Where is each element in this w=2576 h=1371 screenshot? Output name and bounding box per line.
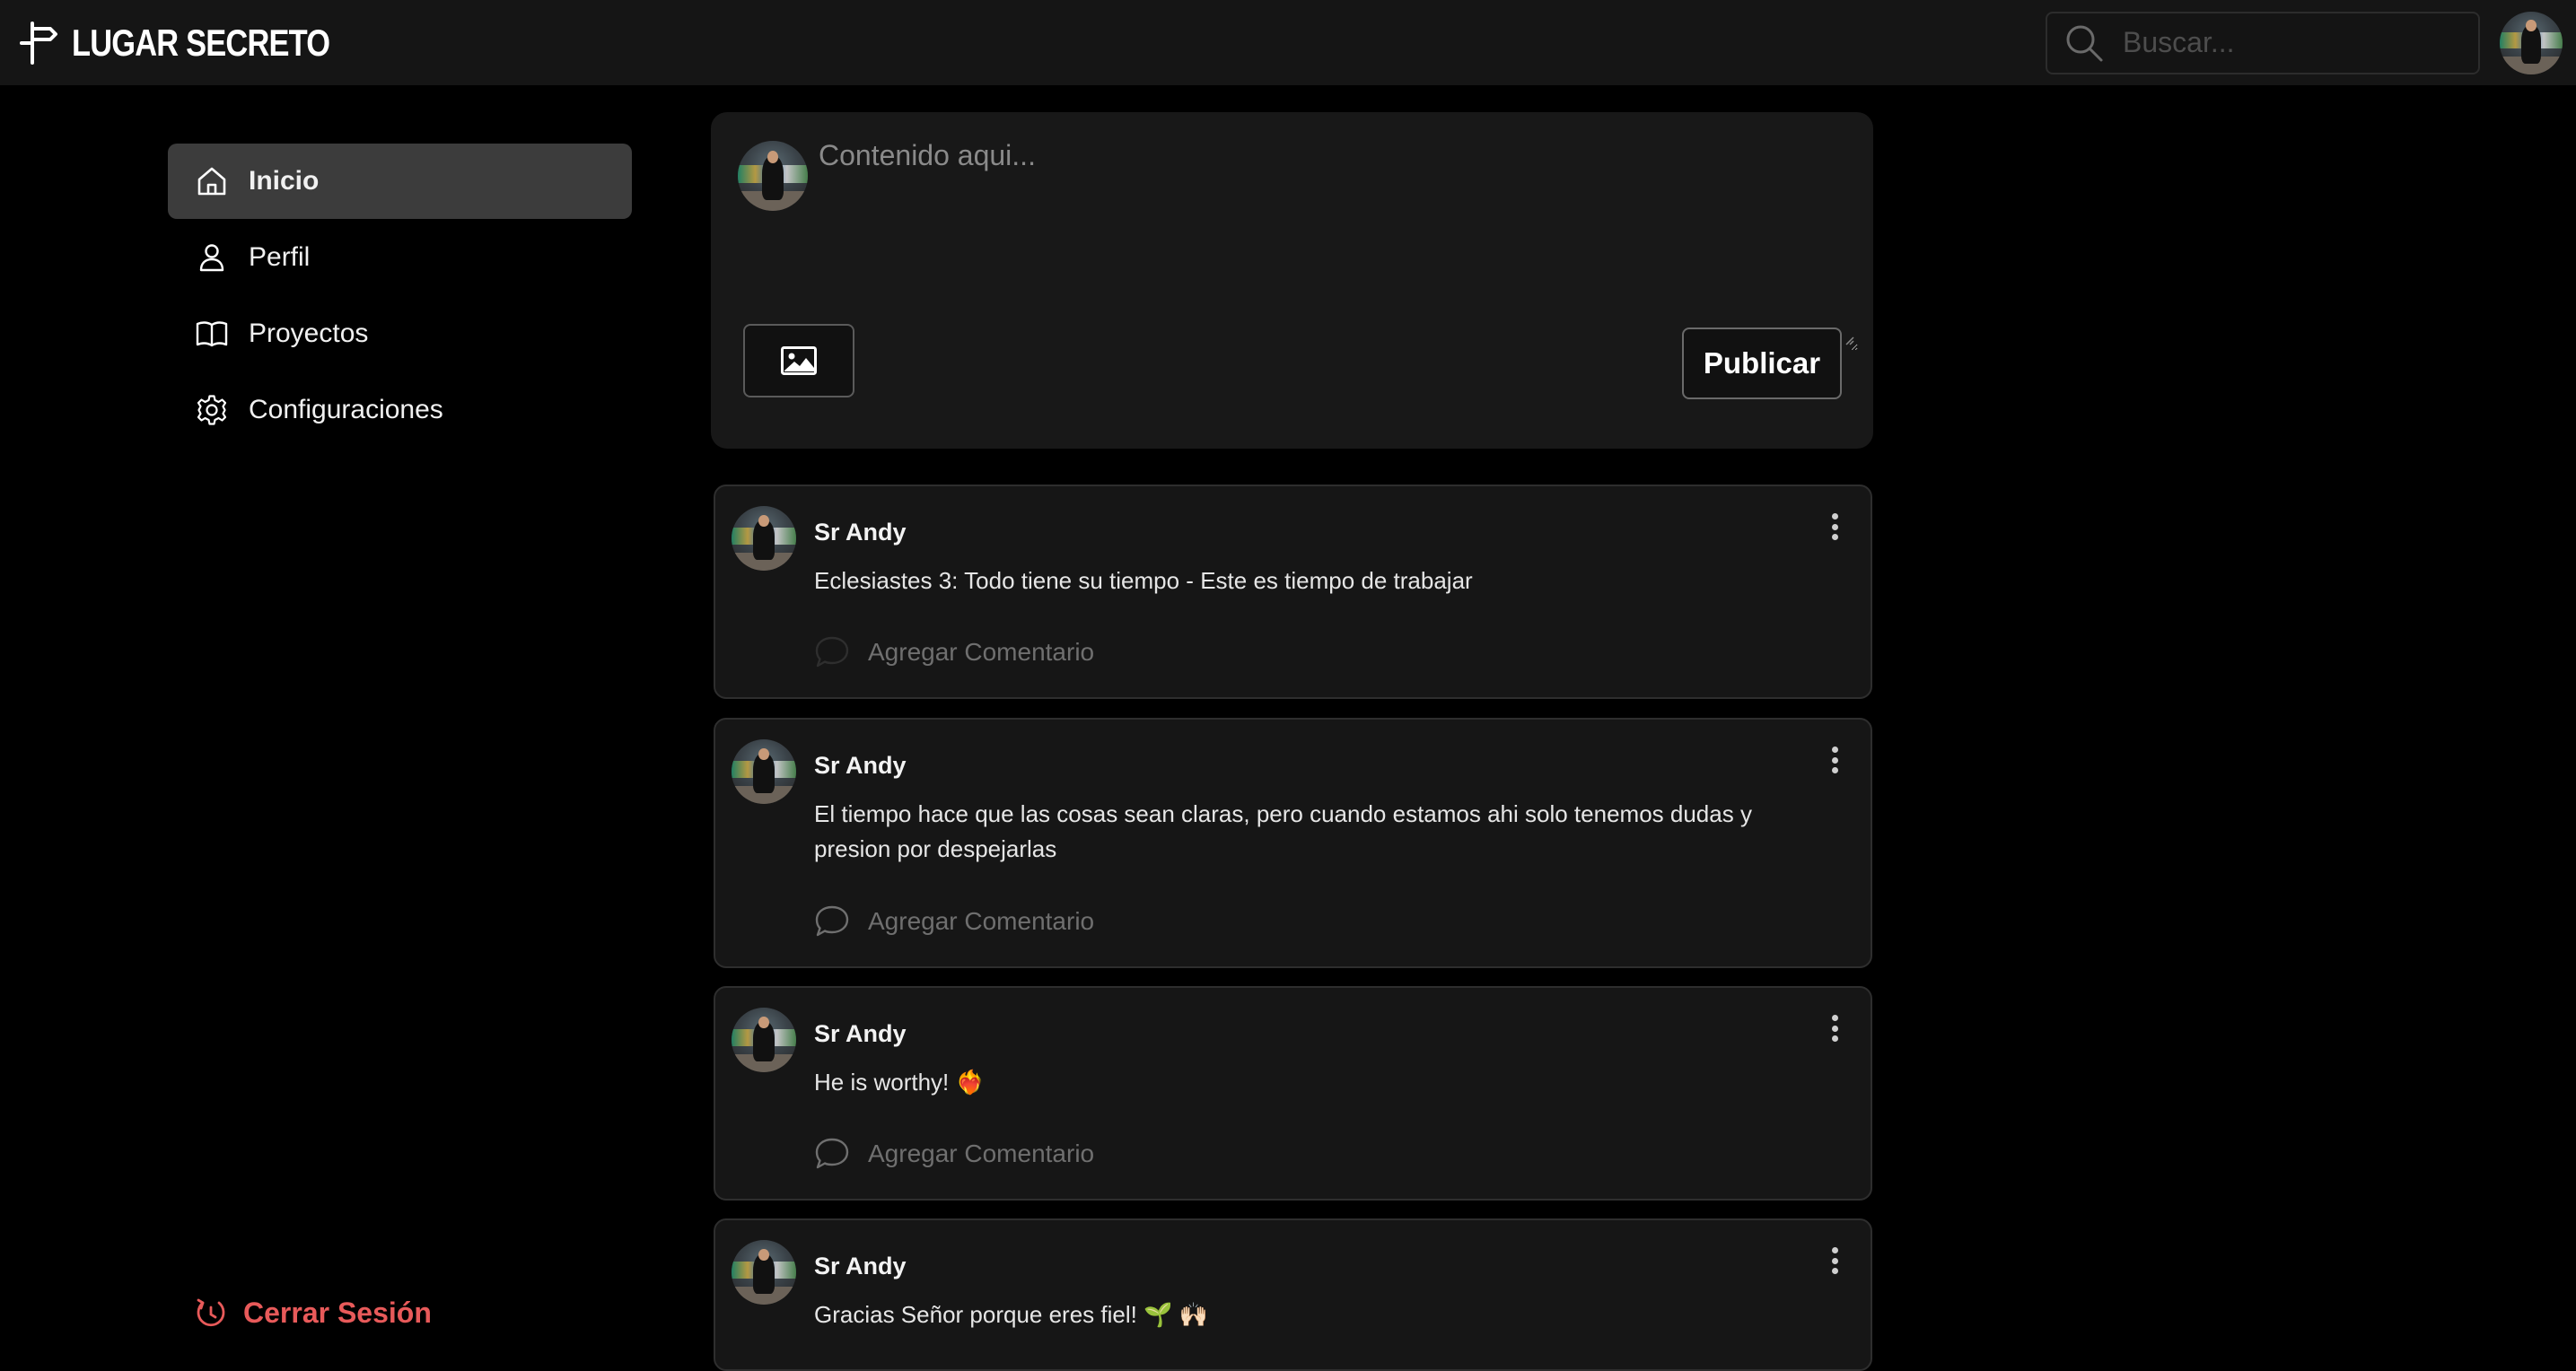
- user-icon: [199, 244, 224, 272]
- book-icon: [196, 321, 228, 347]
- post-author-name[interactable]: Sr Andy: [814, 752, 907, 780]
- sidebar-item-inicio[interactable]: Inicio: [168, 144, 632, 219]
- add-comment-label: Agregar Comentario: [868, 907, 1095, 935]
- app-name: LUGAR SECRETO: [72, 21, 330, 64]
- post-text: Eclesiastes 3: Todo tiene su tiempo - Es…: [814, 567, 1473, 594]
- logout-button[interactable]: Cerrar Sesión: [195, 1297, 432, 1330]
- search-icon: [2066, 25, 2103, 61]
- post-author-avatar[interactable]: [732, 739, 796, 804]
- sidebar-item-label: Inicio: [249, 166, 320, 196]
- post-composer: Publicar: [711, 112, 1873, 449]
- post-text: Gracias Señor porque eres fiel! 🌱 🙌🏻: [814, 1301, 1209, 1328]
- comment-icon: [815, 636, 849, 668]
- post-card: Sr Andy El tiempo hace que las cosas sea…: [714, 718, 1872, 968]
- composer-avatar: [738, 141, 808, 211]
- search-box[interactable]: [2046, 11, 2480, 74]
- sidebar: Inicio Perfil Proyectos Configuraciones …: [168, 144, 632, 1357]
- logout-icon: [197, 1298, 225, 1326]
- sidebar-item-label: Proyectos: [249, 319, 369, 348]
- resize-handle-icon[interactable]: [1844, 335, 1854, 345]
- post-card: Sr Andy Eclesiastes 3: Todo tiene su tie…: [714, 485, 1872, 699]
- post-card: Sr Andy He is worthy! ❤️‍🔥 Agregar Comen…: [714, 986, 1872, 1201]
- post-author-avatar[interactable]: [732, 506, 796, 571]
- add-comment-label: Agregar Comentario: [868, 1140, 1095, 1167]
- add-comment-button[interactable]: Agregar Comentario: [814, 1137, 1094, 1171]
- post-author-name[interactable]: Sr Andy: [814, 519, 907, 546]
- post-text: El tiempo hace que las cosas sean claras…: [814, 800, 1752, 862]
- sidebar-item-label: Configuraciones: [249, 395, 443, 424]
- logout-label: Cerrar Sesión: [243, 1297, 432, 1329]
- publish-button[interactable]: Publicar: [1682, 327, 1842, 399]
- topbar-right: [2046, 11, 2563, 74]
- post-author-name[interactable]: Sr Andy: [814, 1020, 907, 1048]
- post-text: He is worthy! ❤️‍🔥: [814, 1069, 985, 1096]
- user-avatar[interactable]: [2500, 11, 2563, 74]
- post-author-name[interactable]: Sr Andy: [814, 1253, 907, 1280]
- image-icon: [781, 346, 817, 375]
- attach-image-button[interactable]: [743, 324, 854, 397]
- home-icon: [197, 167, 226, 196]
- signpost-icon: [20, 21, 57, 65]
- post-card: Sr Andy Gracias Señor porque eres fiel! …: [714, 1218, 1872, 1371]
- more-options-icon[interactable]: [1828, 513, 1841, 549]
- add-comment-button[interactable]: Agregar Comentario: [814, 904, 1094, 939]
- add-comment-button[interactable]: Agregar Comentario: [814, 635, 1094, 669]
- gear-icon: [197, 395, 227, 425]
- more-options-icon[interactable]: [1828, 747, 1841, 782]
- post-content-input[interactable]: [819, 139, 1858, 351]
- app-logo[interactable]: LUGAR SECRETO: [16, 20, 386, 66]
- search-input[interactable]: [2123, 26, 2462, 59]
- sidebar-item-perfil[interactable]: Perfil: [168, 220, 632, 295]
- post-author-avatar[interactable]: [732, 1240, 796, 1305]
- comment-icon: [815, 1138, 849, 1169]
- comment-icon: [815, 905, 849, 937]
- top-bar: LUGAR SECRETO: [0, 0, 2576, 85]
- sidebar-item-label: Perfil: [249, 242, 311, 272]
- sidebar-item-configuraciones[interactable]: Configuraciones: [168, 372, 632, 448]
- add-comment-label: Agregar Comentario: [868, 638, 1095, 666]
- post-author-avatar[interactable]: [732, 1008, 796, 1072]
- more-options-icon[interactable]: [1828, 1015, 1841, 1051]
- sidebar-item-proyectos[interactable]: Proyectos: [168, 296, 632, 371]
- more-options-icon[interactable]: [1828, 1247, 1841, 1283]
